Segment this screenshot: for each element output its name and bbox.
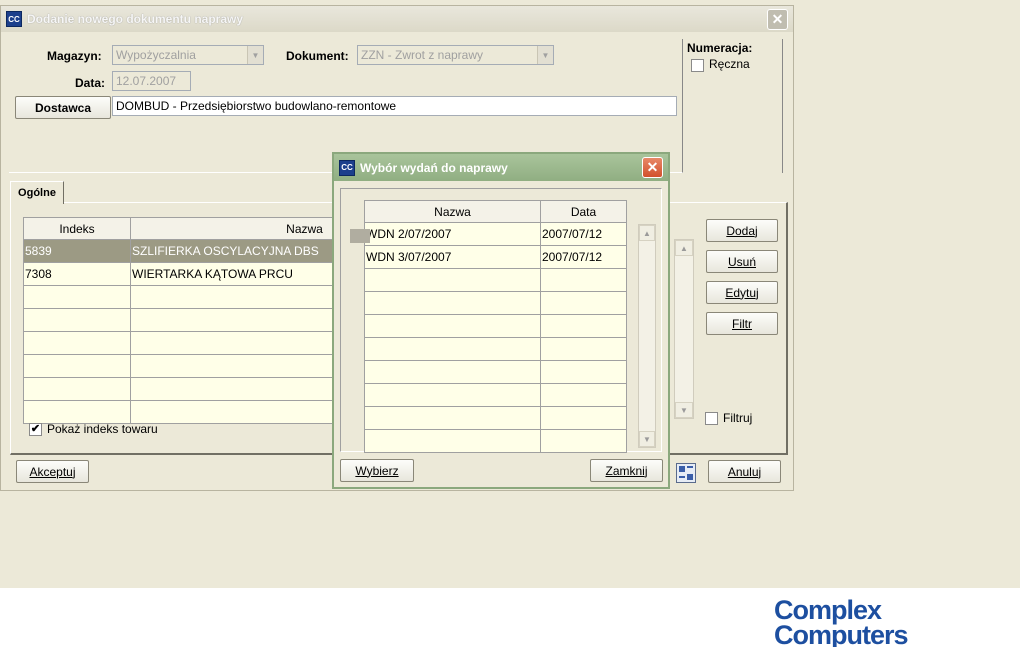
dokument-combo[interactable]: ZZN - Zwrot z naprawy ▼ xyxy=(357,45,554,65)
cell-indeks[interactable] xyxy=(23,400,131,424)
cell-nazwa[interactable] xyxy=(364,406,541,430)
filtruj-checkbox[interactable] xyxy=(705,412,718,425)
cell-indeks[interactable] xyxy=(23,285,131,309)
filtruj-label: Filtruj xyxy=(723,411,753,425)
cell-data[interactable] xyxy=(540,268,627,292)
akceptuj-button[interactable]: Akceptuj xyxy=(16,460,89,483)
magazyn-label: Magazyn: xyxy=(47,49,102,63)
wybierz-button[interactable]: Wybierz xyxy=(340,459,414,482)
tab-ogolne[interactable]: Ogólne xyxy=(10,181,64,204)
magazyn-combo[interactable]: Wypożyczalnia ▼ xyxy=(112,45,264,65)
table-row[interactable] xyxy=(364,383,627,407)
cell-indeks[interactable]: 5839 xyxy=(23,239,131,263)
cell-data[interactable] xyxy=(540,337,627,361)
cell-data[interactable] xyxy=(540,429,627,453)
table-row[interactable] xyxy=(364,314,627,338)
table-row[interactable]: WDN 3/07/2007 2007/07/12 xyxy=(364,245,627,269)
usun-button[interactable]: Usuń xyxy=(706,250,778,273)
data-label: Data: xyxy=(75,76,106,90)
dokument-value: ZZN - Zwrot z naprawy xyxy=(361,48,484,62)
cell-indeks[interactable]: 7308 xyxy=(23,262,131,286)
edytuj-button[interactable]: Edytuj xyxy=(706,281,778,304)
app-icon: CC xyxy=(339,159,355,176)
logo-line-2: Computers xyxy=(774,620,908,647)
column-header-indeks[interactable]: Indeks xyxy=(23,217,131,240)
cell-data[interactable] xyxy=(540,383,627,407)
dodaj-label: Dodaj xyxy=(726,223,758,238)
table-row[interactable] xyxy=(364,268,627,292)
cell-nazwa[interactable] xyxy=(364,337,541,361)
cell-nazwa[interactable] xyxy=(364,314,541,338)
cell-indeks[interactable] xyxy=(23,377,131,401)
scroll-up-icon[interactable]: ▲ xyxy=(675,240,693,256)
cell-data[interactable] xyxy=(540,406,627,430)
scroll-up-icon[interactable]: ▲ xyxy=(639,225,655,241)
filtr-button[interactable]: Filtr xyxy=(706,312,778,335)
table-row[interactable] xyxy=(364,337,627,361)
main-titlebar[interactable]: CC Dodanie nowego dokumentu naprawy ✕ xyxy=(1,6,793,32)
dialog-close-button[interactable]: ✕ xyxy=(642,157,663,178)
cell-data[interactable] xyxy=(540,360,627,384)
table-row[interactable] xyxy=(364,406,627,430)
window-title: Dodanie nowego dokumentu naprawy xyxy=(27,12,244,26)
close-button[interactable]: ✕ xyxy=(767,9,788,30)
dialog-title: Wybór wydań do naprawy xyxy=(360,160,508,175)
complex-computers-logo: Complex Computers xyxy=(772,595,1008,650)
column-header-data[interactable]: Data xyxy=(540,200,627,223)
dostawca-field[interactable]: DOMBUD - Przedsiębiorstwo budowlano-remo… xyxy=(112,96,677,116)
cell-data[interactable] xyxy=(540,314,627,338)
magazyn-value: Wypożyczalnia xyxy=(116,48,196,62)
edytuj-label: Edytuj xyxy=(725,285,759,300)
scroll-down-icon[interactable]: ▼ xyxy=(675,402,693,418)
filtr-label: Filtr xyxy=(732,316,752,331)
anuluj-button[interactable]: Anuluj xyxy=(708,460,781,483)
table-row[interactable]: WDN 2/07/2007 2007/07/12 xyxy=(364,222,627,246)
cell-data[interactable]: 2007/07/12 xyxy=(540,245,627,269)
row-checkbox[interactable] xyxy=(368,229,370,243)
date-field[interactable]: 12.07.2007 xyxy=(112,71,191,91)
dialog-scrollbar[interactable]: ▲ ▼ xyxy=(638,224,656,448)
table-row[interactable] xyxy=(364,291,627,315)
cell-indeks[interactable] xyxy=(23,308,131,332)
column-header-nazwa[interactable]: Nazwa xyxy=(364,200,541,223)
cell-nazwa[interactable] xyxy=(364,383,541,407)
grid-scrollbar[interactable]: ▲ ▼ xyxy=(674,239,694,419)
cell-indeks[interactable] xyxy=(23,331,131,355)
reczna-label: Ręczna xyxy=(709,57,750,71)
dokument-label: Dokument: xyxy=(286,49,349,63)
anuluj-label: Anuluj xyxy=(727,464,762,479)
dostawca-button[interactable]: Dostawca xyxy=(15,96,111,119)
wybierz-label: Wybierz xyxy=(355,463,399,478)
dialog-titlebar[interactable]: CC Wybór wydań do naprawy ✕ xyxy=(334,154,668,181)
app-icon: CC xyxy=(6,11,22,27)
cell-nazwa[interactable] xyxy=(364,268,541,292)
reczna-checkbox[interactable] xyxy=(691,59,704,72)
cell-indeks[interactable] xyxy=(23,354,131,378)
dialog-grid: Nazwa Data WDN 2/07/2007 2007/07/12 WDN 3/… xyxy=(364,200,627,453)
scroll-down-icon[interactable]: ▼ xyxy=(639,431,655,447)
table-row[interactable] xyxy=(364,360,627,384)
usun-label: Usuń xyxy=(727,254,756,269)
cell-nazwa[interactable] xyxy=(364,291,541,315)
dodaj-button[interactable]: Dodaj xyxy=(706,219,778,242)
calculator-icon[interactable] xyxy=(676,463,696,483)
chevron-down-icon[interactable]: ▼ xyxy=(247,46,263,64)
cell-nazwa[interactable] xyxy=(364,360,541,384)
pokaz-indeks-label: Pokaż indeks towaru xyxy=(47,422,158,436)
cell-nazwa[interactable]: WDN 3/07/2007 xyxy=(364,245,541,269)
cell-nazwa[interactable] xyxy=(364,429,541,453)
chevron-down-icon[interactable]: ▼ xyxy=(537,46,553,64)
dialog-checkbox-column xyxy=(350,228,370,243)
cell-data[interactable]: 2007/07/12 xyxy=(540,222,627,246)
akceptuj-label: Akceptuj xyxy=(29,464,76,479)
table-row[interactable] xyxy=(364,429,627,453)
pokaz-indeks-checkbox[interactable]: ✔ xyxy=(29,423,42,436)
cell-nazwa[interactable]: WDN 2/07/2007 xyxy=(364,222,541,246)
wybor-wydan-dialog: CC Wybór wydań do naprawy ✕ Nazwa Data W… xyxy=(332,152,670,489)
zamknij-label: Zamknij xyxy=(605,463,648,478)
zamknij-button[interactable]: Zamknij xyxy=(590,459,663,482)
numeracja-label: Numeracja: xyxy=(687,41,753,55)
cell-data[interactable] xyxy=(540,291,627,315)
